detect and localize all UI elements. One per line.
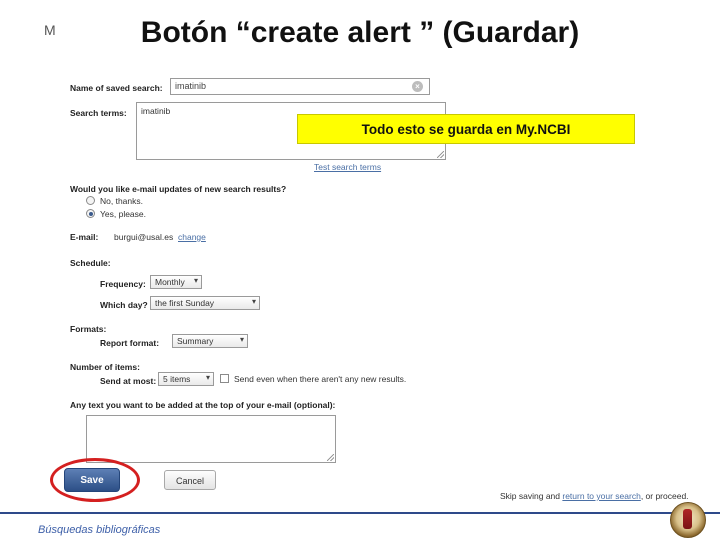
test-search-terms-link[interactable]: Test search terms [314,162,381,172]
university-seal-icon [670,502,706,538]
resize-handle-icon[interactable] [327,454,334,461]
any-text-textarea[interactable] [86,415,336,463]
frequency-select[interactable]: Monthly [150,275,202,289]
skip-saving-text: Skip saving and return to your search, o… [500,491,689,501]
which-day-select[interactable]: the first Sunday [150,296,260,310]
callout-text: Todo esto se guarda en My.NCBI [361,121,571,137]
email-updates-label: Would you like e-mail updates of new sea… [70,184,287,194]
which-day-label: Which day? [100,300,148,310]
skip-saving-prefix: Skip saving and [500,491,563,501]
cancel-button[interactable]: Cancel [164,470,216,490]
close-icon[interactable]: × [412,81,423,92]
radio-no-thanks[interactable] [86,196,95,205]
slide-title: Botón “create alert ” (Guardar) [140,16,580,49]
report-format-select[interactable]: Summary [172,334,248,348]
email-change-link[interactable]: change [178,232,206,242]
send-even-checkbox[interactable] [220,374,229,383]
email-value: burgui@usal.es [114,232,174,242]
email-label: E-mail: [70,232,99,242]
frequency-label: Frequency: [100,279,146,289]
radio-no-thanks-label: No, thanks. [100,196,143,206]
schedule-label: Schedule: [70,258,111,268]
skip-saving-suffix: , or proceed. [640,491,689,501]
formats-label: Formats: [70,324,107,334]
search-terms-value: imatinib [141,106,171,116]
send-at-most-label: Send at most: [100,376,157,386]
callout-highlight: Todo esto se guarda en My.NCBI [297,114,635,144]
radio-yes-please-label: Yes, please. [100,209,146,219]
resize-handle-icon[interactable] [437,151,444,158]
send-even-checkbox-label: Send even when there aren't any new resu… [234,374,407,384]
number-of-items-label: Number of items: [70,362,140,372]
save-highlight-ellipse [50,458,140,502]
saved-search-input[interactable]: imatinib [170,78,430,95]
report-format-label: Report format: [100,338,160,348]
search-terms-label: Search terms: [70,108,127,118]
send-at-most-select[interactable]: 5 items [158,372,214,386]
return-to-search-link[interactable]: return to your search [562,491,640,501]
footer-text: Búsquedas bibliográficas [38,524,161,536]
radio-yes-please[interactable] [86,209,95,218]
any-text-label: Any text you want to be added at the top… [70,400,336,410]
saved-search-label: Name of saved search: [70,83,163,93]
